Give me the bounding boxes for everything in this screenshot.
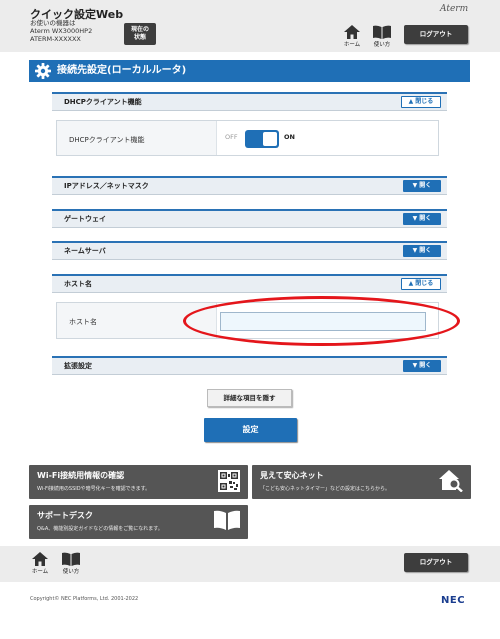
chevron-up-icon: ▲ <box>408 280 414 287</box>
footer-logout-button[interactable]: ログアウト <box>404 553 468 572</box>
chevron-up-icon: ▲ <box>408 98 414 105</box>
footer-manual-label: 使い方 <box>62 569 80 575</box>
page-title: 接続先設定(ローカルルータ) <box>57 65 187 76</box>
dhcp-section-title: DHCPクライアント機能 <box>64 98 142 106</box>
safety-card-title: 見えて安心ネット <box>260 471 324 480</box>
chevron-down-icon: ▼ <box>412 247 418 254</box>
highlight-ring <box>183 296 460 346</box>
book-icon <box>62 552 80 566</box>
hostname-section: ホスト名 ▲ 閉じる <box>52 274 447 293</box>
dhcp-collapse-label: 閉じる <box>415 98 434 105</box>
toggle-knob <box>263 132 277 146</box>
header: クイック設定Web お使いの機器は Aterm WX3000HP2 ATERM-… <box>0 0 500 52</box>
dhcp-field-label: DHCPクライアント機能 <box>69 136 145 144</box>
footer-home-label: ホーム <box>31 569 49 575</box>
dhcp-toggle[interactable]: OFF ON <box>225 130 305 148</box>
gateway-section-header: ゲートウェイ ▼ 開く <box>52 209 447 228</box>
page-title-bar: 接続先設定(ローカルルータ) <box>29 60 470 82</box>
qr-code-icon <box>218 470 240 492</box>
toggle-off-label: OFF <box>225 133 238 141</box>
hostname-collapse-label: 閉じる <box>415 280 434 287</box>
chevron-down-icon: ▼ <box>412 182 418 189</box>
nameserver-section-header: ネームサーバ ▼ 開く <box>52 241 447 260</box>
device-info: お使いの機器は Aterm WX3000HP2 ATERM-XXXXXX <box>30 19 92 43</box>
logout-button[interactable]: ログアウト <box>404 25 468 44</box>
hostname-field-label: ホスト名 <box>69 318 97 326</box>
footer-home-link[interactable]: ホーム <box>29 552 51 575</box>
safety-net-card[interactable]: 見えて安心ネット 「こども安心ネットタイマー」などの設定はこちらから。 <box>252 465 471 499</box>
gear-icon <box>35 63 51 79</box>
nameserver-section-title: ネームサーバ <box>64 247 106 255</box>
status-button-line1: 現在の <box>130 26 149 33</box>
home-icon <box>344 25 360 39</box>
submit-button[interactable]: 設定 <box>204 418 297 442</box>
home-icon <box>32 552 48 566</box>
ip-expand-label: 開く <box>419 182 432 189</box>
chevron-down-icon: ▼ <box>412 215 418 222</box>
extended-expand-label: 開く <box>419 362 432 369</box>
nameserver-expand-label: 開く <box>419 247 432 254</box>
chevron-down-icon: ▼ <box>412 362 418 369</box>
dhcp-section-header: DHCPクライアント機能 ▲ 閉じる <box>52 92 447 111</box>
extended-section-title: 拡張設定 <box>64 362 92 370</box>
nameserver-expand-button[interactable]: ▼ 開く <box>403 245 441 257</box>
safety-card-desc: 「こども安心ネットタイマー」などの設定はこちらから。 <box>260 486 391 492</box>
manual-label: 使い方 <box>373 42 391 48</box>
extended-expand-button[interactable]: ▼ 開く <box>403 360 441 372</box>
toggle-track <box>245 130 279 148</box>
home-link[interactable]: ホーム <box>341 25 363 48</box>
support-card-desc: Q&A、機能別設定ガイドなどの情報をご覧になれます。 <box>37 526 163 532</box>
ip-section-header: IPアドレス／ネットマスク ▼ 開く <box>52 176 447 195</box>
copyright: Copyright© NEC Platforms, Ltd. 2001-2022 <box>30 596 139 602</box>
toggle-on-label: ON <box>284 133 295 141</box>
hostname-section-header: ホスト名 ▲ 閉じる <box>52 274 447 293</box>
nameserver-section: ネームサーバ ▼ 開く <box>52 241 447 260</box>
support-desk-card[interactable]: サポートデスク Q&A、機能別設定ガイドなどの情報をご覧になれます。 <box>29 505 248 539</box>
wifi-card-title: Wi-Fi接続用情報の確認 <box>37 471 125 480</box>
hide-details-button[interactable]: 詳細な項目を隠す <box>207 389 292 407</box>
book-icon <box>373 25 391 39</box>
dhcp-section: DHCPクライアント機能 ▲ 閉じる <box>52 92 447 111</box>
wifi-card-desc: Wi-Fi接続用のSSIDや暗号化キーを確認できます。 <box>37 486 151 492</box>
support-card-title: サポートデスク <box>37 511 93 520</box>
wifi-info-card[interactable]: Wi-Fi接続用情報の確認 Wi-Fi接続用のSSIDや暗号化キーを確認できます… <box>29 465 248 499</box>
extended-section: 拡張設定 ▼ 開く <box>52 356 447 375</box>
hostname-section-title: ホスト名 <box>64 280 92 288</box>
footer-nav: ホーム 使い方 ログアウト <box>0 546 500 582</box>
current-status-button[interactable]: 現在の 状態 <box>124 23 156 45</box>
extended-section-header: 拡張設定 ▼ 開く <box>52 356 447 375</box>
device-model: Aterm WX3000HP2 <box>30 27 93 35</box>
device-info-line: お使いの機器は <box>30 19 76 27</box>
device-id: ATERM-XXXXXX <box>30 35 81 43</box>
ip-expand-button[interactable]: ▼ 開く <box>403 180 441 192</box>
gateway-section-title: ゲートウェイ <box>64 215 106 223</box>
manual-link[interactable]: 使い方 <box>371 25 393 48</box>
gateway-section: ゲートウェイ ▼ 開く <box>52 209 447 228</box>
ip-section-title: IPアドレス／ネットマスク <box>64 182 149 190</box>
nec-logo: NEC <box>441 595 466 606</box>
dhcp-collapse-button[interactable]: ▲ 閉じる <box>401 96 441 108</box>
hostname-collapse-button[interactable]: ▲ 閉じる <box>401 278 441 290</box>
footer-manual-link[interactable]: 使い方 <box>60 552 82 575</box>
gateway-expand-button[interactable]: ▼ 開く <box>403 213 441 225</box>
house-search-icon <box>439 470 463 492</box>
gateway-expand-label: 開く <box>419 215 432 222</box>
status-button-line2: 状態 <box>133 34 146 41</box>
book-icon <box>214 510 240 530</box>
brand-logo: Aterm <box>440 4 469 14</box>
ip-section: IPアドレス／ネットマスク ▼ 開く <box>52 176 447 195</box>
dhcp-field-row: DHCPクライアント機能 OFF ON <box>56 120 439 156</box>
home-label: ホーム <box>343 42 361 48</box>
